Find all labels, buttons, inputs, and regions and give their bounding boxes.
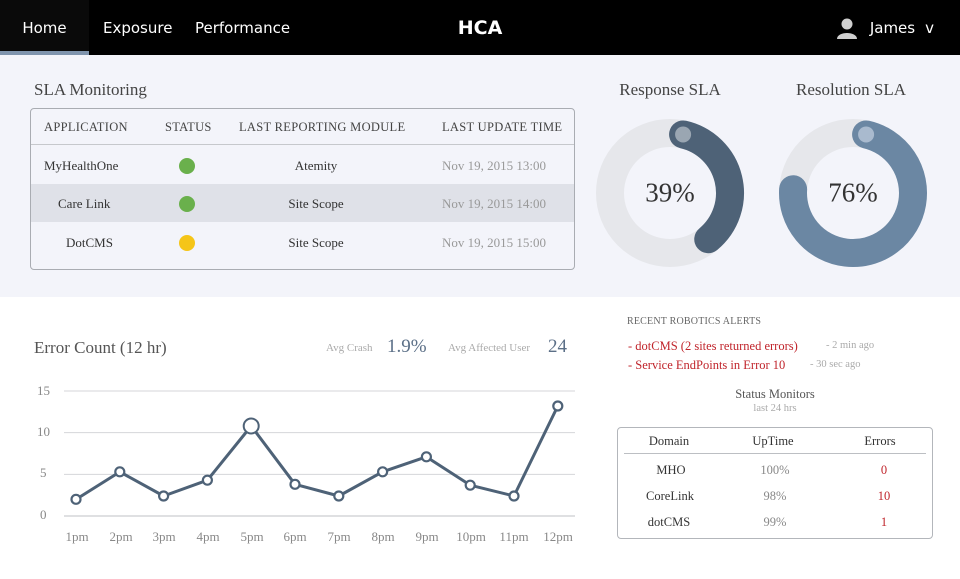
response-sla-value: 39%: [645, 177, 695, 208]
domain-name: CoreLink: [646, 489, 694, 503]
data-point[interactable]: [158, 490, 170, 502]
error-count-value: 10: [877, 489, 891, 503]
alert-timestamp: - 30 sec ago: [810, 359, 861, 370]
data-point[interactable]: [420, 451, 432, 463]
x-tick-label: 9pm: [415, 529, 439, 544]
column-header-uptime[interactable]: UpTime: [752, 434, 793, 449]
x-tick-label: 11pm: [499, 529, 529, 544]
x-tick-label: 12pm: [543, 529, 573, 544]
resolution-sla-value: 76%: [828, 177, 878, 208]
column-header-domain[interactable]: Domain: [649, 434, 689, 449]
header-divider: [624, 453, 926, 454]
x-tick-label: 7pm: [327, 529, 351, 544]
alert-link[interactable]: - Service EndPoints in Error 10: [628, 358, 785, 373]
data-point[interactable]: [377, 466, 389, 478]
x-tick-label: 6pm: [283, 529, 307, 544]
uptime-value: 99%: [763, 515, 787, 529]
uptime-value: 98%: [763, 489, 787, 503]
data-point[interactable]: [464, 479, 476, 491]
user-menu[interactable]: James v: [836, 0, 934, 55]
status-monitors-title: Status Monitors: [735, 387, 815, 401]
error-count-chart[interactable]: [0, 0, 600, 579]
uptime-value: 100%: [760, 463, 790, 477]
data-point[interactable]: [201, 474, 213, 486]
data-point[interactable]: [114, 466, 126, 478]
data-point[interactable]: [70, 493, 82, 505]
column-header-errors[interactable]: Errors: [864, 434, 895, 449]
domain-name: MHO: [656, 463, 686, 477]
alert-link[interactable]: - dotCMS (2 sites returned errors): [628, 339, 798, 354]
user-name: James: [869, 18, 916, 37]
status-monitors-subtitle: last 24 hrs: [753, 403, 797, 414]
donut-start-knob: [858, 126, 875, 143]
donut-start-knob: [675, 126, 692, 143]
error-count-value: 1: [880, 515, 888, 529]
domain-name: dotCMS: [647, 515, 691, 529]
status-monitors-table: Domain UpTime Errors MHO 100% 0 CoreLink…: [617, 427, 933, 539]
x-tick-label: 5pm: [240, 529, 264, 544]
data-point[interactable]: [552, 400, 564, 412]
x-tick-label: 10pm: [456, 529, 486, 544]
alert-timestamp: - 2 min ago: [826, 340, 875, 351]
data-point-highlighted[interactable]: [242, 417, 260, 435]
x-tick-label: 1pm: [65, 529, 89, 544]
data-point[interactable]: [289, 478, 301, 490]
response-sla-title: Response SLA: [619, 80, 721, 99]
error-series-line: [75, 405, 560, 501]
x-tick-label: 4pm: [196, 529, 220, 544]
x-tick-label: 3pm: [152, 529, 176, 544]
x-tick-label: 2pm: [109, 529, 133, 544]
robotics-alerts-title: RECENT ROBOTICS ALERTS: [627, 316, 762, 327]
error-count-value: 0: [880, 463, 888, 477]
data-point[interactable]: [333, 490, 345, 502]
data-point[interactable]: [508, 490, 520, 502]
user-avatar-icon: [836, 18, 857, 39]
x-tick-label: 8pm: [371, 529, 395, 544]
user-menu-caret[interactable]: v: [925, 19, 934, 37]
resolution-sla-title: Resolution SLA: [795, 80, 907, 99]
